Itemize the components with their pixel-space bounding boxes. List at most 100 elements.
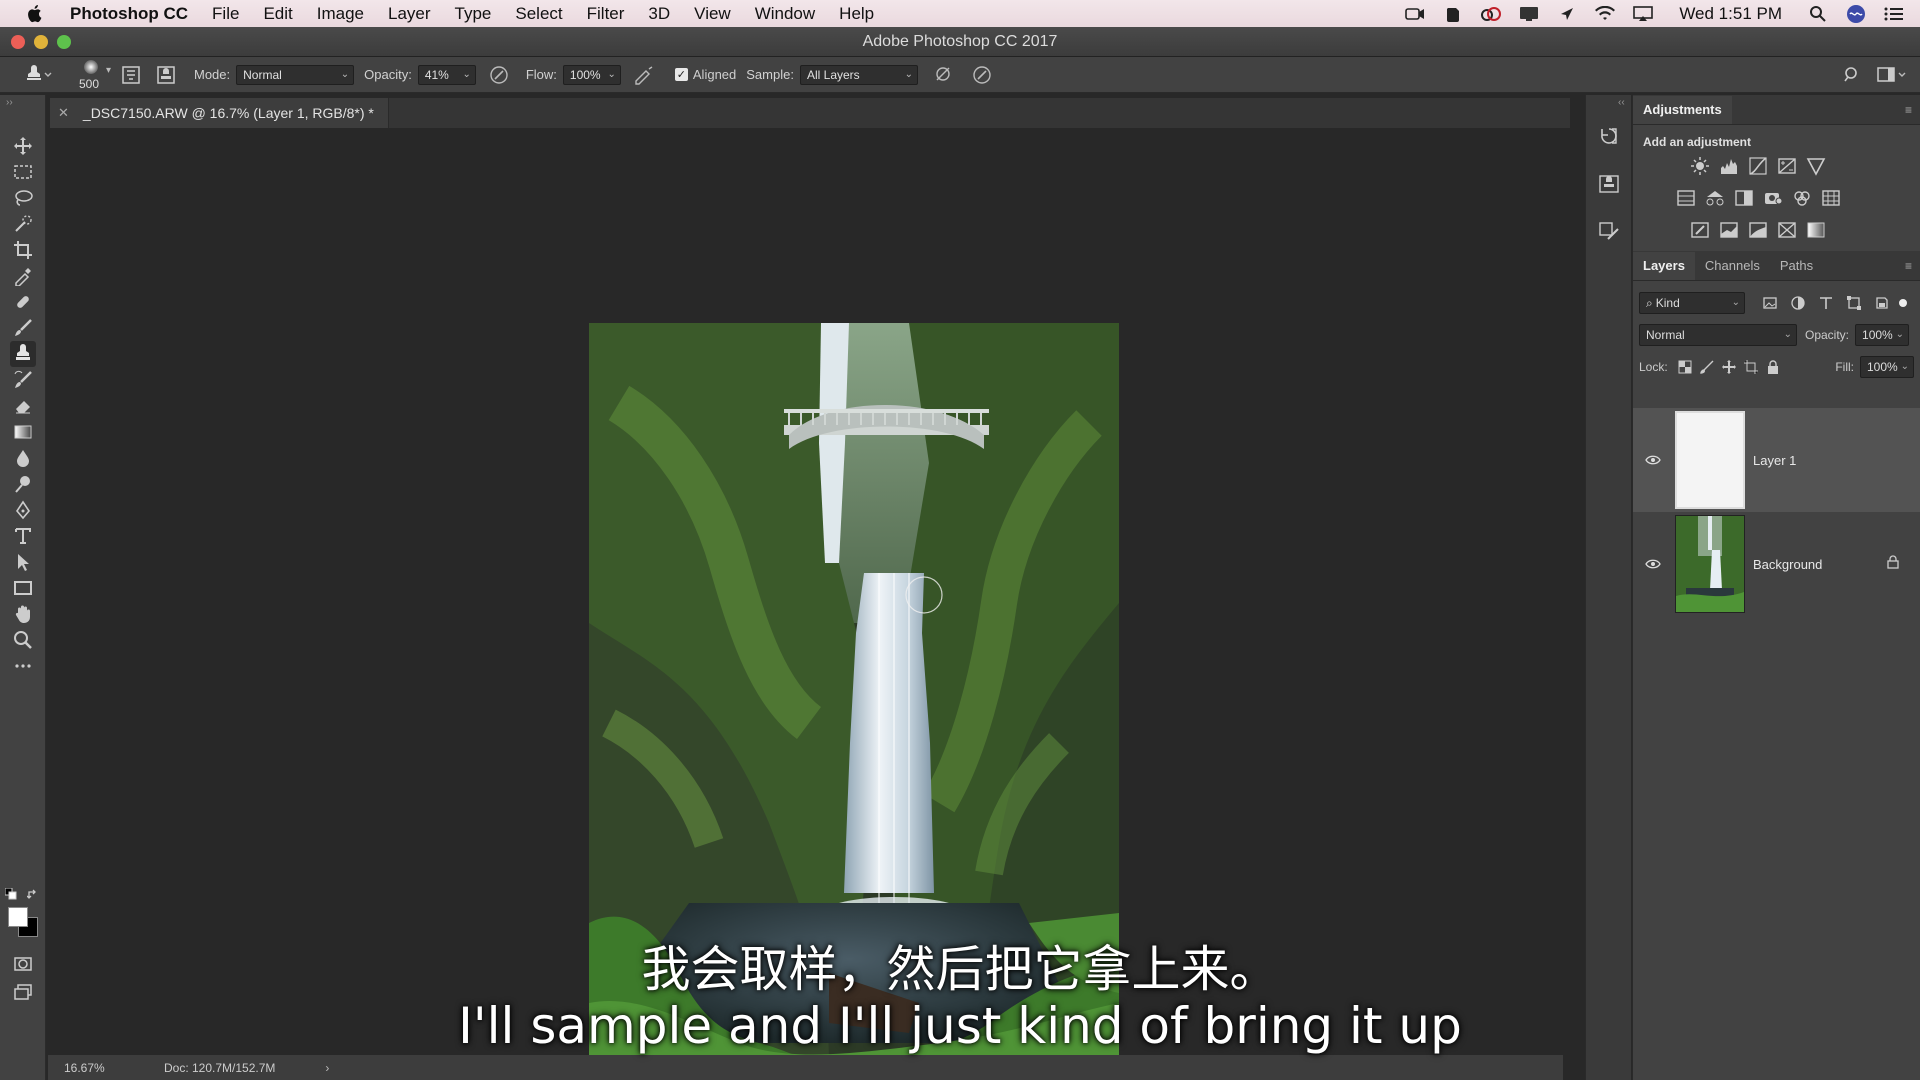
aligned-checkbox[interactable]: ✓ (674, 68, 688, 81)
filter-pixel-layers-icon[interactable] (1759, 292, 1781, 314)
vibrance-icon[interactable] (1805, 155, 1827, 177)
creative-cloud-icon[interactable] (1479, 4, 1503, 24)
fill-input[interactable]: 100% ⌄ (1860, 356, 1914, 378)
move-tool-icon[interactable] (10, 133, 36, 159)
type-tool-icon[interactable] (10, 523, 36, 549)
document-tab[interactable]: ✕ _DSC7150.ARW @ 16.7% (Layer 1, RGB/8*)… (50, 98, 389, 128)
filter-adjustment-layers-icon[interactable] (1787, 292, 1809, 314)
filter-type-layers-icon[interactable] (1815, 292, 1837, 314)
menu-app-name[interactable]: Photoshop CC (62, 0, 200, 27)
lasso-tool-icon[interactable] (10, 185, 36, 211)
healing-brush-tool-icon[interactable] (10, 289, 36, 315)
quick-selection-tool-icon[interactable] (10, 211, 36, 237)
clone-source-panel-icon[interactable] (1596, 171, 1622, 197)
threshold-icon[interactable] (1747, 219, 1769, 241)
tab-paths[interactable]: Paths (1770, 252, 1823, 280)
zoom-tool-icon[interactable] (10, 627, 36, 653)
layer-row[interactable]: Background (1633, 512, 1920, 616)
path-selection-tool-icon[interactable] (10, 549, 36, 575)
airplay-icon[interactable] (1631, 4, 1655, 24)
pen-tool-icon[interactable] (10, 497, 36, 523)
pressure-size-icon[interactable] (964, 57, 1000, 93)
zoom-level[interactable]: 16.67% (64, 1061, 144, 1075)
selective-color-icon[interactable] (1776, 219, 1798, 241)
default-colors-icon[interactable] (4, 887, 17, 900)
dodge-tool-icon[interactable] (10, 471, 36, 497)
clone-stamp-tool-icon[interactable] (10, 341, 36, 367)
wifi-icon[interactable] (1593, 4, 1617, 24)
eraser-tool-icon[interactable] (10, 393, 36, 419)
spotlight-search-icon[interactable] (1806, 4, 1830, 24)
status-menu-arrow-icon[interactable]: › (325, 1061, 329, 1075)
marquee-tool-icon[interactable] (10, 159, 36, 185)
brightness-contrast-icon[interactable] (1689, 155, 1711, 177)
brush-tool-icon[interactable] (10, 315, 36, 341)
menu-type[interactable]: Type (443, 0, 504, 27)
history-brush-tool-icon[interactable] (10, 367, 36, 393)
levels-icon[interactable] (1718, 155, 1740, 177)
crop-tool-icon[interactable] (10, 237, 36, 263)
menu-help[interactable]: Help (827, 0, 886, 27)
channel-mixer-icon[interactable] (1791, 187, 1813, 209)
lock-artboard-icon[interactable] (1740, 356, 1762, 378)
menu-image[interactable]: Image (305, 0, 376, 27)
menu-edit[interactable]: Edit (251, 0, 304, 27)
invert-icon[interactable] (1689, 219, 1711, 241)
exposure-icon[interactable] (1776, 155, 1798, 177)
expand-panels-icon[interactable]: ‹‹ (1618, 97, 1625, 108)
tab-channels[interactable]: Channels (1695, 252, 1770, 280)
gradient-tool-icon[interactable] (10, 419, 36, 445)
visibility-eye-icon[interactable] (1633, 454, 1673, 466)
gradient-map-icon[interactable] (1805, 219, 1827, 241)
airbrush-icon[interactable] (627, 57, 661, 93)
filter-smart-objects-icon[interactable] (1871, 292, 1893, 314)
search-icon[interactable] (1834, 57, 1870, 93)
layer-filter-select[interactable]: ⌕ Kind ⌄ (1639, 292, 1745, 314)
tab-adjustments[interactable]: Adjustments (1633, 96, 1732, 124)
more-tools-icon[interactable] (10, 653, 36, 679)
color-balance-icon[interactable] (1704, 187, 1726, 209)
black-white-icon[interactable] (1733, 187, 1755, 209)
layer-name[interactable]: Layer 1 (1753, 453, 1920, 468)
pressure-opacity-icon[interactable] (482, 57, 516, 93)
filter-toggle-icon[interactable] (1899, 299, 1907, 307)
hue-saturation-icon[interactable] (1675, 187, 1697, 209)
color-lookup-icon[interactable] (1820, 187, 1842, 209)
brush-settings-panel-icon[interactable] (1596, 219, 1622, 245)
menu-layer[interactable]: Layer (376, 0, 443, 27)
lock-all-icon[interactable] (1762, 356, 1784, 378)
location-icon[interactable] (1555, 4, 1579, 24)
panel-menu-icon[interactable]: ≡ (1905, 259, 1912, 273)
toggle-brush-settings-icon[interactable] (114, 57, 148, 93)
apple-icon[interactable] (24, 4, 44, 24)
lock-position-icon[interactable] (1718, 356, 1740, 378)
history-panel-icon[interactable] (1596, 123, 1622, 149)
menu-view[interactable]: View (682, 0, 743, 27)
menu-3d[interactable]: 3D (636, 0, 682, 27)
panel-menu-icon[interactable]: ≡ (1905, 103, 1912, 117)
display-icon[interactable] (1517, 4, 1541, 24)
notification-center-icon[interactable] (1882, 4, 1906, 24)
close-document-icon[interactable]: ✕ (58, 105, 69, 121)
menu-filter[interactable]: Filter (575, 0, 637, 27)
brush-size-picker[interactable]: 500 ▾ (70, 57, 114, 93)
tools-panel-collapse-icon[interactable]: ›› (6, 97, 13, 108)
swap-colors-icon[interactable] (26, 887, 39, 899)
siri-icon[interactable] (1844, 4, 1868, 24)
menubar-clock[interactable]: Wed 1:51 PM (1679, 4, 1782, 24)
hand-tool-icon[interactable] (10, 601, 36, 627)
flow-input[interactable]: 100% ⌄ (562, 64, 621, 85)
filter-shape-layers-icon[interactable] (1843, 292, 1865, 314)
workspace-switcher-icon[interactable] (1870, 57, 1914, 93)
camera-icon[interactable] (1403, 4, 1427, 24)
clone-stamp-preset-icon[interactable] (16, 57, 60, 93)
blend-mode-select[interactable]: Normal ⌄ (1639, 324, 1797, 346)
opacity-input[interactable]: 41% ⌄ (417, 64, 476, 85)
ignore-adjustment-layers-icon[interactable] (924, 57, 964, 93)
blur-tool-icon[interactable] (10, 445, 36, 471)
visibility-eye-icon[interactable] (1633, 558, 1673, 570)
toggle-clone-source-icon[interactable] (148, 57, 184, 93)
photo-filter-icon[interactable] (1762, 187, 1784, 209)
menu-select[interactable]: Select (503, 0, 574, 27)
foreground-color-swatch[interactable] (8, 907, 28, 927)
